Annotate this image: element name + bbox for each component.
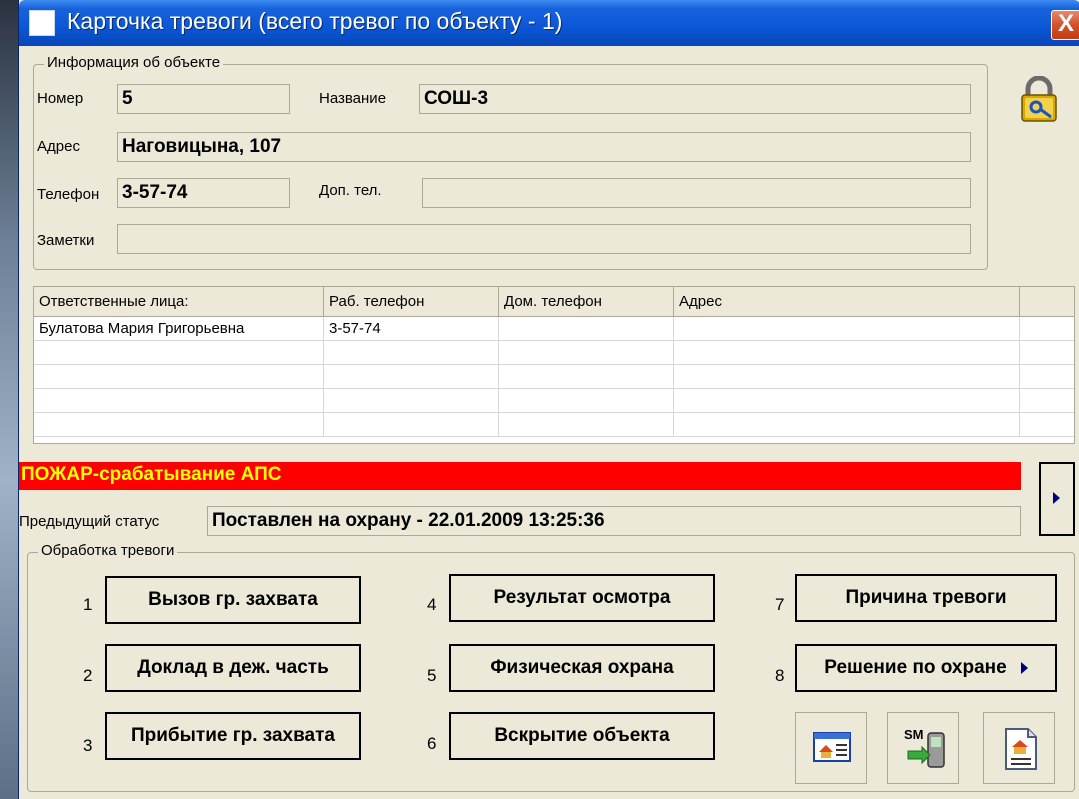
object-info-legend: Информация об объекте: [44, 54, 224, 71]
call-capture-group-button[interactable]: Вызов гр. захвата: [105, 576, 361, 624]
table-cell[interactable]: 3-57-74: [324, 317, 499, 341]
action-number: 1: [83, 595, 93, 614]
table-cell: [1020, 317, 1074, 341]
previous-status-label: Предыдущий статус: [19, 513, 160, 530]
alarm-processing-legend: Обработка тревоги: [38, 542, 178, 559]
document-icon: [1005, 728, 1037, 770]
table-cell: [34, 341, 324, 365]
physical-security-button[interactable]: Физическая охрана: [449, 644, 715, 692]
table-cell: [324, 413, 499, 437]
table-cell: [499, 365, 674, 389]
column-header-home-phone[interactable]: Дом. телефон: [499, 287, 674, 317]
alarm-cause-button[interactable]: Причина тревоги: [795, 574, 1057, 622]
title-bar[interactable]: Карточка тревоги (всего тревог по объект…: [19, 0, 1079, 46]
window-title: Карточка тревоги (всего тревог по объект…: [67, 8, 563, 34]
column-header-work-phone[interactable]: Раб. телефон: [324, 287, 499, 317]
table-cell: [674, 413, 1020, 437]
column-header-filler: [1020, 287, 1074, 317]
sms-button[interactable]: SM: [887, 712, 959, 784]
number-field: 5: [117, 84, 290, 114]
phone-label: Телефон: [37, 186, 100, 203]
status-expand-button[interactable]: [1039, 462, 1075, 536]
table-cell: [674, 365, 1020, 389]
table-cell: [499, 341, 674, 365]
notes-label: Заметки: [37, 232, 95, 249]
triangle-right-icon: [1020, 661, 1028, 674]
table-cell: [1020, 413, 1074, 437]
table-cell: [499, 413, 674, 437]
number-label: Номер: [37, 90, 84, 107]
table-cell: [324, 341, 499, 365]
object-opening-button[interactable]: Вскрытие объекта: [449, 712, 715, 760]
table-cell: [324, 365, 499, 389]
extra-phone-field: [422, 178, 971, 208]
report-duty-unit-button[interactable]: Доклад в деж. часть: [105, 644, 361, 692]
alarm-card-window: Карточка тревоги (всего тревог по объект…: [18, 0, 1079, 799]
capture-group-arrival-button[interactable]: Прибытие гр. захвата: [105, 712, 361, 760]
object-card-button[interactable]: [795, 712, 867, 784]
address-label: Адрес: [37, 138, 80, 155]
security-decision-label: Решение по охране: [824, 657, 1007, 678]
table-cell[interactable]: [674, 317, 1020, 341]
table-cell: [1020, 389, 1074, 413]
table-cell: [1020, 341, 1074, 365]
triangle-right-icon: [1053, 492, 1060, 504]
table-cell: [674, 389, 1020, 413]
object-card-icon: [813, 732, 851, 762]
name-label: Название: [319, 90, 387, 107]
security-decision-button[interactable]: Решение по охране: [795, 644, 1057, 692]
padlock-key-icon[interactable]: [1018, 75, 1060, 122]
inspection-result-button[interactable]: Результат осмотра: [449, 574, 715, 622]
table-cell: [674, 341, 1020, 365]
action-number: 6: [427, 734, 437, 753]
table-cell: [1020, 365, 1074, 389]
action-number: 4: [427, 595, 437, 614]
table-cell[interactable]: [499, 317, 674, 341]
svg-text:SM: SM: [904, 727, 924, 742]
action-number: 3: [83, 736, 93, 755]
close-button[interactable]: X: [1051, 10, 1079, 40]
table-cell: [34, 413, 324, 437]
table-cell: [324, 389, 499, 413]
table-cell: [34, 365, 324, 389]
column-header-person[interactable]: Ответственные лица:: [34, 287, 324, 317]
name-field: СОШ-3: [419, 84, 971, 114]
previous-status-field: Поставлен на охрану - 22.01.2009 13:25:3…: [207, 506, 1021, 536]
table-cell: [34, 389, 324, 413]
action-number: 7: [775, 595, 785, 614]
phone-field: 3-57-74: [117, 178, 290, 208]
extra-phone-label: Доп. тел.: [319, 182, 382, 199]
app-icon: [29, 10, 55, 36]
action-number: 8: [775, 666, 785, 685]
alarm-status-banner: ПОЖАР-срабатывание АПС: [19, 462, 1021, 490]
column-header-address[interactable]: Адрес: [674, 287, 1020, 317]
document-button[interactable]: [983, 712, 1055, 784]
table-cell[interactable]: Булатова Мария Григорьевна: [34, 317, 324, 341]
action-number: 5: [427, 666, 437, 685]
responsible-persons-table[interactable]: Ответственные лица: Раб. телефон Дом. те…: [33, 286, 1075, 444]
sms-phone-icon: SM: [904, 727, 945, 768]
notes-field: [117, 224, 971, 254]
action-number: 2: [83, 666, 93, 685]
address-field: Наговицына, 107: [117, 132, 971, 162]
table-cell: [499, 389, 674, 413]
